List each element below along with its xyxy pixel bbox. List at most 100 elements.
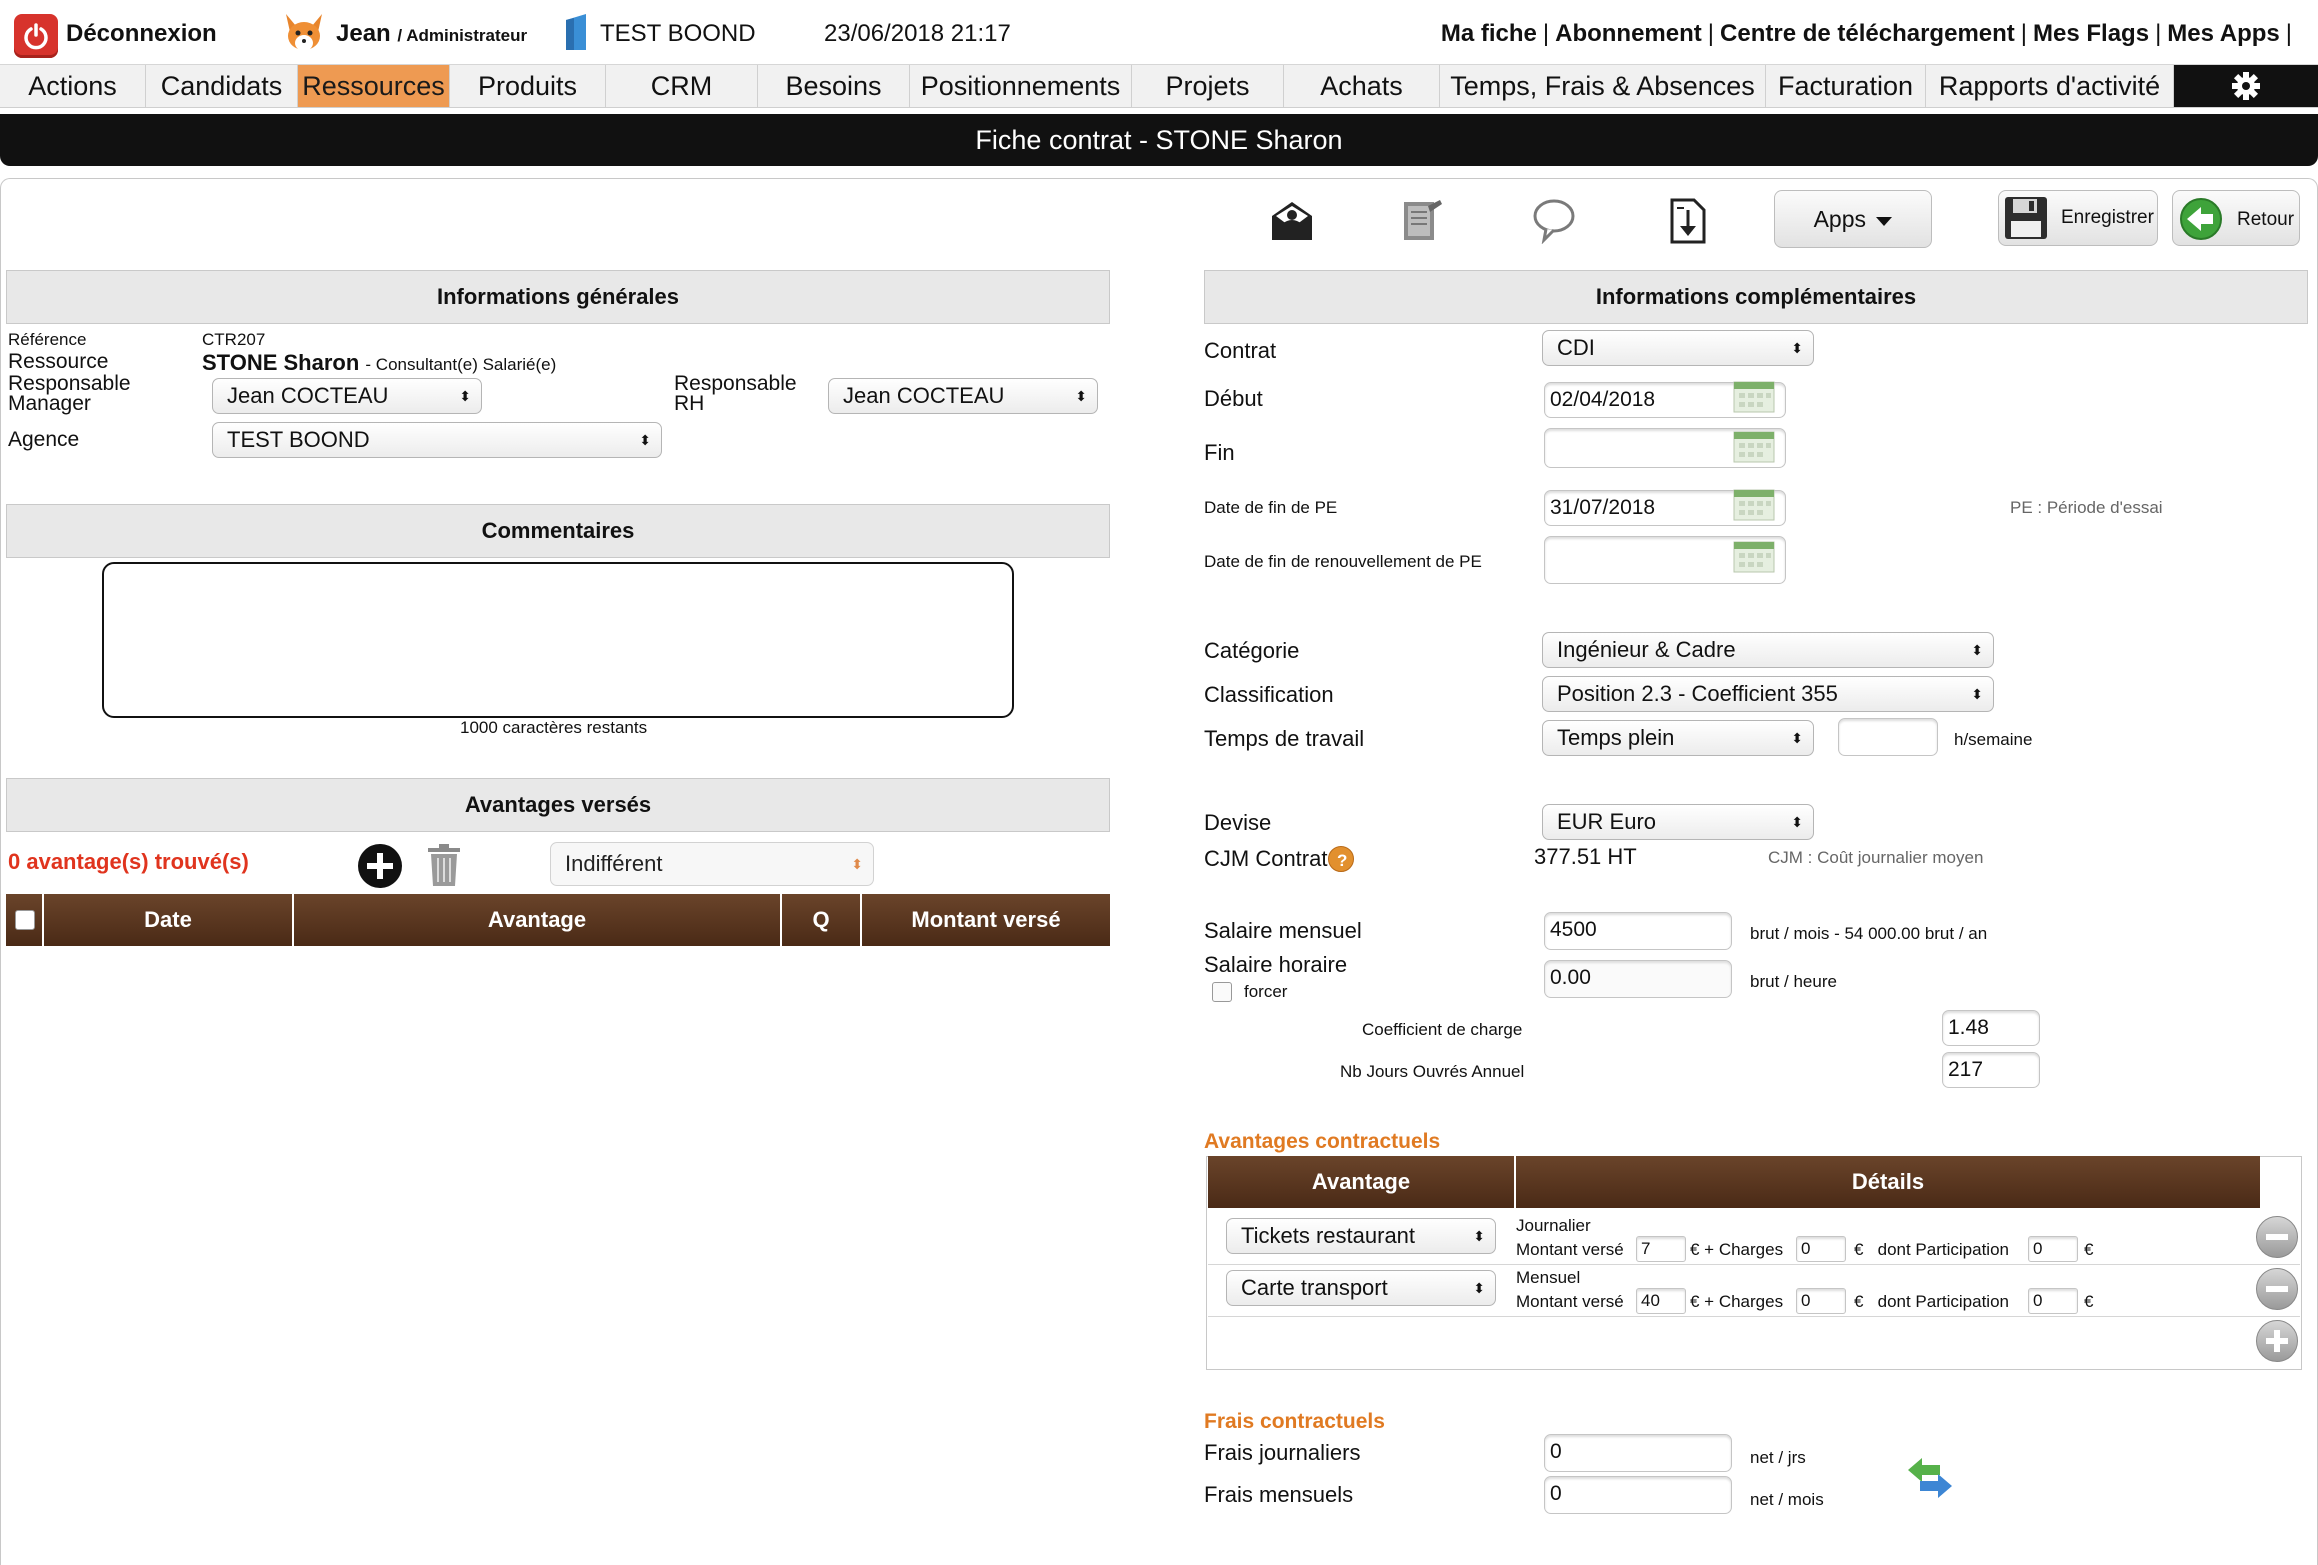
save-button[interactable]: Enregistrer <box>1998 190 2158 246</box>
link-mes-flags[interactable]: Mes Flags <box>2033 20 2149 47</box>
hours-per-week-input[interactable] <box>1838 718 1938 756</box>
swap-arrows-icon[interactable] <box>1906 1456 1954 1500</box>
nav-projets[interactable]: Projets <box>1132 65 1284 107</box>
benefit-type-select[interactable]: Carte transport ⬍ <box>1226 1270 1496 1306</box>
notes-icon[interactable] <box>1398 196 1446 244</box>
calendar-icon[interactable] <box>1732 430 1776 464</box>
trash-icon[interactable] <box>424 842 464 888</box>
back-button[interactable]: Retour <box>2172 190 2300 246</box>
nav-temps-frais-absences[interactable]: Temps, Frais & Absences <box>1440 65 1766 107</box>
comment-bubble-icon[interactable] <box>1530 196 1578 245</box>
apps-dropdown-button[interactable]: Apps <box>1774 190 1932 248</box>
nav-achats[interactable]: Achats <box>1284 65 1440 107</box>
resource-name[interactable]: STONE Sharon <box>202 350 359 375</box>
user-name[interactable]: Jean <box>336 20 391 47</box>
rh-value: Jean COCTEAU <box>843 383 1005 408</box>
company-name[interactable]: TEST BOOND <box>600 20 756 48</box>
select-arrows-icon: ⬍ <box>851 856 863 872</box>
select-arrows-icon: ⬍ <box>1971 642 1983 658</box>
contract-benefits-title: Avantages contractuels <box>1204 1130 1441 1153</box>
benefit-type-select[interactable]: Tickets restaurant ⬍ <box>1226 1218 1496 1254</box>
nav-produits[interactable]: Produits <box>450 65 606 107</box>
help-icon[interactable]: ? <box>1328 846 1354 872</box>
export-document-icon[interactable] <box>1664 196 1712 244</box>
salary-month-input[interactable]: 4500 <box>1544 912 1732 950</box>
charges-input[interactable]: 0 <box>1796 1288 1846 1314</box>
contract-label: Contrat <box>1204 338 1277 363</box>
select-arrows-icon: ⬍ <box>459 388 471 404</box>
select-arrows-icon: ⬍ <box>1791 814 1803 830</box>
remove-benefit-button[interactable] <box>2256 1216 2298 1258</box>
mail-icon[interactable] <box>1268 196 1316 244</box>
nav-ressources[interactable]: Ressources <box>298 65 450 107</box>
add-benefit-button[interactable] <box>358 844 402 888</box>
separator: | <box>2285 20 2292 47</box>
minus-icon <box>2266 1234 2288 1240</box>
nav-actions[interactable]: Actions <box>0 65 146 107</box>
participation-label: € dont Participation <box>1854 1240 2009 1259</box>
remove-benefit-button[interactable] <box>2256 1268 2298 1310</box>
currency-symbol: € <box>2084 1292 2094 1311</box>
link-centre-telechargement[interactable]: Centre de téléchargement <box>1720 20 2015 47</box>
daily-fees-input[interactable]: 0 <box>1544 1434 1732 1472</box>
salary-month-unit: brut / mois - 54 000.00 brut / an <box>1750 924 1988 943</box>
col-montant-verse[interactable]: Montant versé <box>862 894 1110 946</box>
settings-button[interactable] <box>2174 65 2318 107</box>
nav-crm[interactable]: CRM <box>606 65 758 107</box>
calendar-icon[interactable] <box>1732 488 1776 522</box>
select-arrows-icon: ⬍ <box>1971 686 1983 702</box>
comments-textarea[interactable] <box>102 562 1014 718</box>
participation-input[interactable]: 0 <box>2028 1288 2078 1314</box>
row-divider <box>1208 1316 2300 1317</box>
col-quantity[interactable]: Q <box>782 894 862 946</box>
manager-select[interactable]: Jean COCTEAU ⬍ <box>212 378 482 414</box>
calendar-icon[interactable] <box>1732 540 1776 574</box>
amount-input[interactable]: 40 <box>1636 1288 1686 1314</box>
nav-facturation[interactable]: Facturation <box>1766 65 1926 107</box>
currency-select[interactable]: EUR Euro ⬍ <box>1542 804 1814 840</box>
logout-link[interactable]: Déconnexion <box>66 20 217 48</box>
salary-hour-label: Salaire horaire <box>1204 952 1348 977</box>
salary-hour-input[interactable]: 0.00 <box>1544 960 1732 998</box>
daily-fees-unit: net / jrs <box>1750 1448 1806 1467</box>
work-days-input[interactable]: 217 <box>1942 1052 2040 1088</box>
force-checkbox[interactable] <box>1212 982 1232 1002</box>
charges-input[interactable]: 0 <box>1796 1236 1846 1262</box>
monthly-fees-input[interactable]: 0 <box>1544 1476 1732 1514</box>
salary-hour-unit: brut / heure <box>1750 972 1837 991</box>
charges-label: € + Charges <box>1690 1240 1784 1259</box>
nav-candidats[interactable]: Candidats <box>146 65 298 107</box>
link-mes-apps[interactable]: Mes Apps <box>2167 20 2279 47</box>
category-select[interactable]: Ingénieur & Cadre ⬍ <box>1542 632 1994 668</box>
add-contract-benefit-button[interactable] <box>2256 1320 2298 1362</box>
participation-input[interactable]: 0 <box>2028 1236 2078 1262</box>
contract-select[interactable]: CDI ⬍ <box>1542 330 1814 366</box>
power-icon[interactable] <box>14 14 58 58</box>
calendar-icon[interactable] <box>1732 380 1776 414</box>
nav-positionnements[interactable]: Positionnements <box>910 65 1132 107</box>
nav-rapports-activite[interactable]: Rapports d'activité <box>1926 65 2174 107</box>
select-arrows-icon: ⬍ <box>1075 388 1087 404</box>
col-date[interactable]: Date <box>44 894 294 946</box>
nav-besoins[interactable]: Besoins <box>758 65 910 107</box>
user-role: / Administrateur <box>397 26 528 45</box>
select-all-checkbox[interactable] <box>15 910 35 930</box>
classification-select[interactable]: Position 2.3 - Coefficient 355 ⬍ <box>1542 676 1994 712</box>
link-abonnement[interactable]: Abonnement <box>1555 20 1702 47</box>
rh-select[interactable]: Jean COCTEAU ⬍ <box>828 378 1098 414</box>
charges-label: € + Charges <box>1690 1292 1784 1311</box>
benefit-filter-select[interactable]: Indifférent ⬍ <box>550 842 874 886</box>
link-ma-fiche[interactable]: Ma fiche <box>1441 20 1537 47</box>
charge-coef-input[interactable]: 1.48 <box>1942 1010 2040 1046</box>
back-label: Retour <box>2237 209 2295 230</box>
caret-down-icon <box>1876 217 1893 226</box>
select-arrows-icon: ⬍ <box>639 432 651 448</box>
datetime: 23/06/2018 21:17 <box>824 20 1011 47</box>
col-avantage[interactable]: Avantage <box>294 894 782 946</box>
agency-select[interactable]: TEST BOOND ⬍ <box>212 422 662 458</box>
amount-input[interactable]: 7 <box>1636 1236 1686 1262</box>
comments-header: Commentaires <box>6 504 1110 558</box>
plus-icon <box>2266 1330 2288 1352</box>
worktime-select[interactable]: Temps plein ⬍ <box>1542 720 1814 756</box>
monthly-fees-unit: net / mois <box>1750 1490 1824 1509</box>
